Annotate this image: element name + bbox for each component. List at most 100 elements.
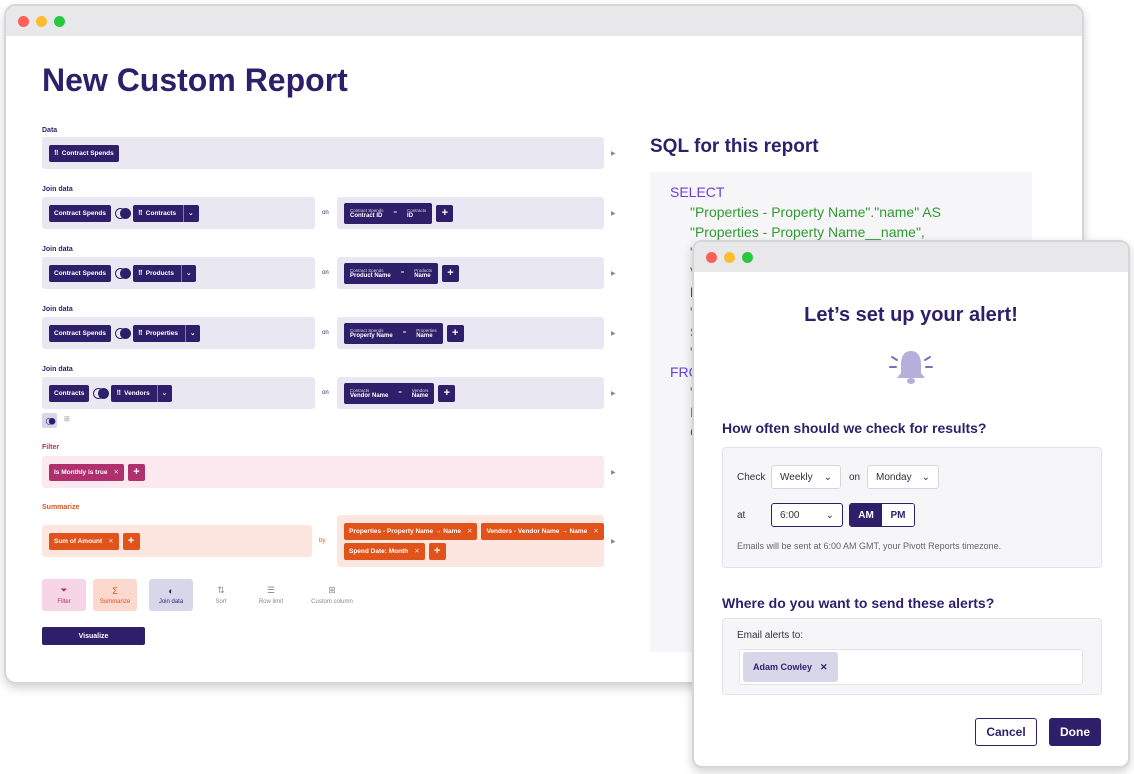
group-chip[interactable]: Vendors - Vendor Name → Name ✕ — [481, 522, 604, 540]
join-condition-box[interactable]: Contract Spends Product Name = Products Na… — [337, 257, 604, 289]
join-type-icon[interactable] — [93, 388, 110, 399]
metric-chip-label: Sum of Amount — [54, 537, 103, 545]
mini-join-button[interactable] — [42, 413, 57, 428]
group-chip[interactable]: Properties - Property Name → Name ✕ — [344, 522, 478, 540]
title-bar — [6, 6, 1082, 36]
filter-chip[interactable]: Is Monthly is true ✕ — [49, 463, 124, 481]
remove-icon[interactable]: ✕ — [113, 468, 118, 476]
step-arrow-icon[interactable]: ▶ — [611, 330, 616, 337]
join-right-chip[interactable]: ⠿ Properties ⌄ — [133, 324, 201, 342]
day-select[interactable]: Monday ⌄ — [867, 465, 939, 489]
remove-icon[interactable]: ✕ — [414, 547, 419, 555]
join-right-chip[interactable]: ⠿ Vendors ⌄ — [111, 384, 173, 402]
recipient-tag[interactable]: Adam Cowley ✕ — [743, 652, 838, 682]
join-tables-box[interactable]: Contracts ⠿ Vendors ⌄ — [42, 377, 315, 409]
time-value: 6:00 — [780, 509, 800, 521]
add-filter-button[interactable]: + — [127, 463, 145, 481]
add-condition-button[interactable]: + — [441, 264, 459, 282]
join-left-chip[interactable]: Contract Spends — [49, 264, 112, 282]
data-source-chip[interactable]: ⠿ Contract Spends — [49, 144, 119, 162]
time-select[interactable]: 6:00 ⌄ — [771, 503, 843, 527]
done-button[interactable]: Done — [1049, 718, 1101, 746]
sigma-icon: Σ — [112, 585, 118, 596]
remove-icon[interactable]: ✕ — [820, 662, 828, 673]
chevron-down-icon[interactable]: ⌄ — [180, 264, 191, 282]
cond-left-table: Contract Spends — [350, 207, 384, 213]
summarize-metrics-box[interactable]: Sum of Amount ✕ + — [42, 525, 312, 557]
tool-label: Join data — [158, 598, 184, 605]
summarize-tool-button[interactable]: Σ Summarize — [93, 579, 137, 611]
minimize-window-button[interactable] — [36, 15, 47, 27]
join-right-chip[interactable]: ⠿ Products ⌄ — [133, 264, 197, 282]
frequency-select[interactable]: Weekly ⌄ — [771, 465, 841, 489]
equals-icon: = — [400, 270, 405, 276]
step-arrow-icon[interactable]: ▶ — [611, 538, 616, 545]
minimize-window-button[interactable] — [724, 251, 735, 263]
join-tool-button[interactable]: ◐ Join data — [149, 579, 193, 611]
close-window-button[interactable] — [706, 251, 717, 263]
cancel-button[interactable]: Cancel — [975, 718, 1037, 746]
join-type-icon[interactable] — [115, 208, 132, 219]
join-condition-box[interactable]: Contract Spends Contract ID = Contracts ID… — [337, 197, 604, 229]
custom-column-mini-icon[interactable]: ⊞ — [64, 415, 70, 423]
filter-tool-button[interactable]: ⏷ Filter — [42, 579, 86, 611]
group-chip[interactable]: Spend Date: Month ✕ — [344, 542, 425, 560]
join-right-chip[interactable]: ⠿ Contracts ⌄ — [133, 204, 199, 222]
join-icon: ◐ — [168, 585, 174, 596]
on-label: on — [849, 472, 861, 483]
join-condition-chip[interactable]: Contract Spends Property Name = Propertie… — [344, 322, 443, 344]
join-condition-box[interactable]: Contracts Vendor Name = Vendors Name + — [337, 377, 604, 409]
metric-chip[interactable]: Sum of Amount ✕ — [49, 532, 119, 550]
join-condition-box[interactable]: Contract Spends Property Name = Propertie… — [337, 317, 604, 349]
join-tables-box[interactable]: Contract Spends ⠿ Properties ⌄ — [42, 317, 315, 349]
add-condition-button[interactable]: + — [436, 204, 454, 222]
step-arrow-icon[interactable]: ▶ — [611, 270, 616, 277]
join-label: Join data — [42, 186, 73, 193]
join-label: Join data — [42, 306, 73, 313]
step-arrow-icon[interactable]: ▶ — [611, 469, 616, 476]
step-arrow-icon[interactable]: ▶ — [611, 150, 616, 157]
join-condition-chip[interactable]: Contract Spends Contract ID = Contracts ID — [344, 202, 433, 224]
add-group-button[interactable]: + — [428, 542, 446, 560]
join-condition-chip[interactable]: Contract Spends Product Name = Products Na… — [344, 262, 438, 284]
cond-left-table: Contract Spends — [350, 327, 384, 333]
summarize-groups-box[interactable]: Properties - Property Name → Name ✕ Vendo… — [337, 515, 604, 567]
am-option[interactable]: AM — [850, 504, 882, 526]
cond-right-table: Vendors — [411, 387, 429, 393]
chevron-down-icon[interactable]: ⌄ — [156, 384, 167, 402]
visualize-button[interactable]: Visualize — [42, 627, 145, 645]
pm-option[interactable]: PM — [882, 504, 914, 526]
data-step[interactable]: ⠿ Contract Spends — [42, 137, 604, 169]
join-tables-box[interactable]: Contract Spends ⠿ Contracts ⌄ — [42, 197, 315, 229]
join-type-icon[interactable] — [115, 268, 132, 279]
chevron-down-icon[interactable]: ⌄ — [183, 204, 194, 222]
join-tables-box[interactable]: Contract Spends ⠿ Products ⌄ — [42, 257, 315, 289]
join-left-chip[interactable]: Contract Spends — [49, 324, 112, 342]
remove-icon[interactable]: ✕ — [467, 527, 472, 535]
add-condition-button[interactable]: + — [438, 384, 456, 402]
maximize-window-button[interactable] — [54, 15, 65, 27]
add-condition-button[interactable]: + — [446, 324, 464, 342]
maximize-window-button[interactable] — [742, 251, 753, 263]
join-left-chip[interactable]: Contracts — [49, 384, 90, 402]
email-recipients-input[interactable]: Adam Cowley ✕ — [739, 649, 1083, 685]
join-left-chip[interactable]: Contract Spends — [49, 204, 112, 222]
remove-icon[interactable]: ✕ — [108, 537, 113, 545]
row-limit-tool-button[interactable]: ☰ Row limit — [249, 579, 293, 611]
filter-step[interactable]: Is Monthly is true ✕ + — [42, 456, 604, 488]
join-condition-chip[interactable]: Contracts Vendor Name = Vendors Name — [344, 382, 435, 404]
equals-icon: = — [393, 210, 398, 216]
tool-label: Filter — [57, 599, 71, 605]
sort-tool-button[interactable]: ⇅ Sort — [199, 579, 243, 611]
bell-icon — [889, 351, 933, 384]
step-arrow-icon[interactable]: ▶ — [611, 210, 616, 217]
remove-icon[interactable]: ✕ — [593, 527, 598, 535]
step-arrow-icon[interactable]: ▶ — [611, 390, 616, 397]
sql-title: SQL for this report — [650, 136, 819, 157]
check-label: Check — [737, 472, 766, 483]
custom-column-tool-button[interactable]: ⊞ Custom column — [306, 579, 358, 611]
close-window-button[interactable] — [18, 15, 29, 27]
join-type-icon[interactable] — [115, 328, 132, 339]
add-metric-button[interactable]: + — [122, 532, 140, 550]
chevron-down-icon[interactable]: ⌄ — [184, 324, 195, 342]
